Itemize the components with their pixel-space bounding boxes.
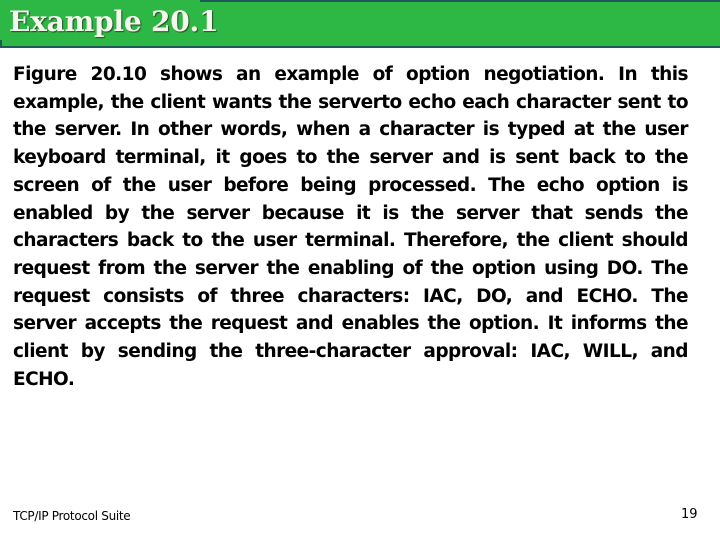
footer-page-number: 19: [681, 507, 698, 522]
footer-course-title: TCP/IP Protocol Suite: [13, 509, 131, 523]
banner-top-rule: [200, 0, 720, 2]
banner-left-rule: [0, 40, 2, 48]
slide-title: Example 20.1: [9, 5, 219, 38]
slide-body-text: Figure 20.10 shows an example of option …: [13, 64, 689, 390]
title-banner: Example 20.1: [0, 0, 720, 48]
